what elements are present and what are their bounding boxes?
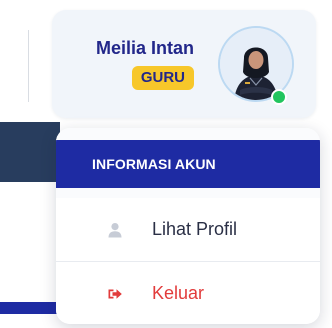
menu-item-label: Lihat Profil — [152, 219, 238, 239]
sign-out-icon — [106, 285, 124, 303]
menu-item-view-profile[interactable]: Lihat Profil — [56, 198, 320, 262]
menu-item-logout[interactable]: Keluar — [56, 262, 320, 324]
online-status-indicator — [271, 89, 287, 105]
user-name: Meilia Intan — [95, 38, 194, 58]
dropdown-header: INFORMASI AKUN — [56, 128, 320, 198]
role-badge: GURU — [131, 66, 194, 90]
account-dropdown: INFORMASI AKUN Lihat Profil Keluar — [56, 128, 320, 324]
background-panel — [0, 122, 60, 182]
background-strip — [0, 302, 60, 314]
menu-item-label: Keluar — [152, 283, 205, 303]
page: Meilia Intan GURU INFORMASI AKUN Lihat P… — [0, 0, 332, 328]
user-menu-toggle[interactable]: Meilia Intan GURU — [52, 10, 316, 118]
user-icon — [106, 221, 124, 239]
header-divider — [28, 30, 29, 102]
dropdown-header-title: INFORMASI AKUN — [56, 140, 320, 188]
